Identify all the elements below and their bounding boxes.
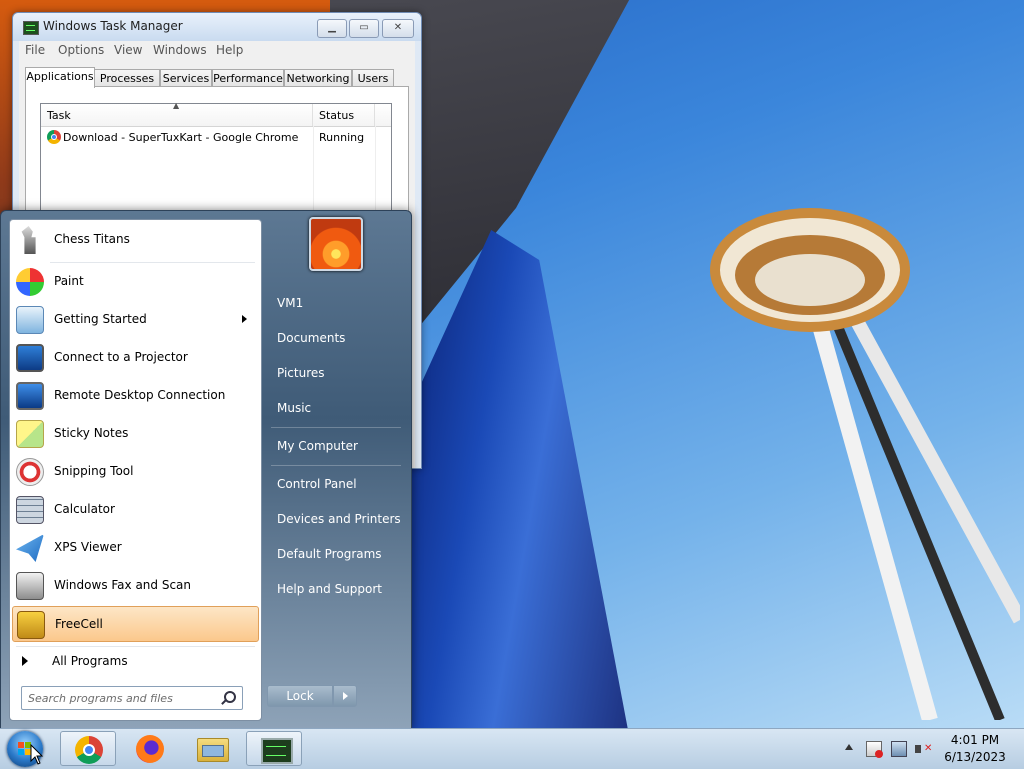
network-icon[interactable] [891, 741, 907, 757]
chrome-icon [75, 736, 103, 764]
chrome-icon [47, 130, 61, 144]
start-menu: Chess Titans Paint Getting Started Conne… [0, 210, 412, 730]
space-needle-image [710, 208, 1020, 720]
shutdown-options-button[interactable] [333, 685, 357, 707]
program-item-chess-titans[interactable]: Chess Titans [12, 222, 259, 258]
tab-networking[interactable]: Networking [284, 69, 352, 87]
task-manager-titlebar[interactable]: Windows Task Manager ▁ ▭ ✕ [13, 13, 421, 41]
volume-muted-icon[interactable]: ✕ [915, 741, 932, 757]
calculator-icon [16, 496, 44, 524]
program-item-getting-started[interactable]: Getting Started [12, 302, 259, 338]
program-item-snipping-tool[interactable]: Snipping Tool [12, 454, 259, 490]
explorer-icon [197, 738, 229, 762]
sticky-notes-icon [16, 420, 44, 448]
user-avatar[interactable] [309, 217, 363, 271]
link-documents[interactable]: Documents [269, 324, 403, 352]
link-default-programs[interactable]: Default Programs [269, 540, 403, 568]
close-button[interactable]: ✕ [382, 19, 414, 38]
taskbar-chrome-button[interactable] [60, 731, 116, 766]
program-item-fax-scan[interactable]: Windows Fax and Scan [12, 568, 259, 604]
xps-viewer-icon [16, 534, 44, 562]
snipping-tool-icon [16, 458, 44, 486]
taskbar-explorer-button[interactable] [184, 731, 240, 766]
menu-help[interactable]: Help [216, 43, 243, 57]
program-item-calculator[interactable]: Calculator [12, 492, 259, 528]
menu-windows[interactable]: Windows [153, 43, 207, 57]
tab-processes[interactable]: Processes [94, 69, 160, 87]
taskbar-task-manager-button[interactable] [246, 731, 302, 766]
sort-ascending-icon: ▲ [173, 101, 180, 110]
link-my-computer[interactable]: My Computer [269, 432, 403, 460]
program-item-freecell[interactable]: FreeCell [12, 606, 259, 642]
all-programs-link[interactable]: All Programs [12, 650, 259, 672]
column-status[interactable]: Status [313, 104, 375, 126]
menu-file[interactable]: File [25, 43, 45, 57]
fax-scan-icon [16, 572, 44, 600]
search-input[interactable] [26, 689, 220, 707]
taskbar: ✕ 4:01 PM 6/13/2023 [0, 728, 1024, 769]
task-manager-icon [261, 738, 293, 764]
program-item-paint[interactable]: Paint [12, 264, 259, 300]
task-manager-icon [23, 21, 39, 35]
paint-icon [16, 268, 44, 296]
link-vm1[interactable]: VM1 [269, 289, 403, 317]
submenu-arrow-icon [242, 315, 247, 323]
clock-date[interactable]: 6/13/2023 [940, 750, 1010, 764]
action-center-icon[interactable] [866, 741, 883, 758]
link-music[interactable]: Music [269, 394, 403, 422]
tab-performance[interactable]: Performance [212, 69, 284, 87]
program-item-connect-projector[interactable]: Connect to a Projector [12, 340, 259, 376]
menu-bar: File Options View Windows Help [19, 41, 415, 61]
link-help-support[interactable]: Help and Support [269, 575, 403, 603]
table-row[interactable]: Download - SuperTuxKart - Google Chrome … [41, 128, 391, 146]
maximize-button[interactable]: ▭ [349, 19, 379, 38]
tab-applications[interactable]: Applications [25, 67, 95, 88]
task-status: Running [319, 131, 365, 144]
menu-view[interactable]: View [114, 43, 142, 57]
expand-arrow-icon [22, 656, 28, 666]
taskbar-firefox-button[interactable] [122, 731, 178, 766]
program-item-xps-viewer[interactable]: XPS Viewer [12, 530, 259, 566]
program-list: Chess Titans Paint Getting Started Conne… [9, 219, 262, 721]
program-item-remote-desktop[interactable]: Remote Desktop Connection [12, 378, 259, 414]
minimize-button[interactable]: ▁ [317, 19, 347, 38]
mouse-cursor-icon [30, 744, 44, 765]
lock-button[interactable]: Lock [267, 685, 333, 707]
link-control-panel[interactable]: Control Panel [269, 470, 403, 498]
show-hidden-icons-button[interactable] [845, 744, 853, 750]
clock-time[interactable]: 4:01 PM [940, 733, 1010, 747]
window-title: Windows Task Manager [43, 19, 183, 33]
projector-icon [16, 344, 44, 372]
link-devices-printers[interactable]: Devices and Printers [269, 505, 403, 533]
firefox-icon [136, 735, 164, 763]
search-icon[interactable] [224, 691, 236, 703]
task-list-header: Task ▲ Status [41, 101, 391, 127]
link-pictures[interactable]: Pictures [269, 359, 403, 387]
freecell-icon [17, 611, 45, 639]
remote-desktop-icon [16, 382, 44, 410]
program-item-sticky-notes[interactable]: Sticky Notes [12, 416, 259, 452]
tab-services[interactable]: Services [160, 69, 212, 87]
chess-icon [21, 226, 36, 254]
search-box[interactable] [21, 686, 243, 710]
task-name: Download - SuperTuxKart - Google Chrome [63, 131, 299, 144]
tab-users[interactable]: Users [352, 69, 394, 87]
getting-started-icon [16, 306, 44, 334]
menu-options[interactable]: Options [58, 43, 104, 57]
